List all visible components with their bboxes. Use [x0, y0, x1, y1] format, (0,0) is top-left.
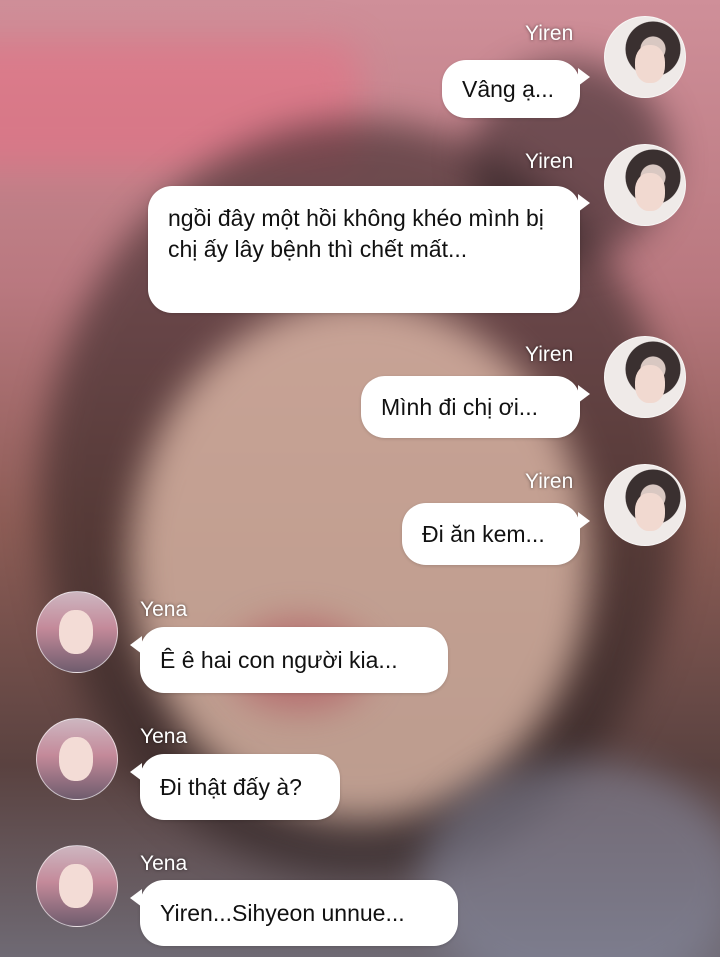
bubble-tail	[578, 385, 590, 403]
message-text: Vâng ạ...	[462, 75, 555, 102]
message-text: Yiren...Sihyeon unnue...	[160, 899, 405, 926]
bubble-tail	[578, 194, 590, 212]
bubble-tail	[578, 512, 590, 530]
message-text: Mình đi chị ơi...	[381, 393, 538, 420]
sender-name: Yiren	[525, 22, 574, 45]
message-bubble[interactable]: Yiren...Sihyeon unnue...	[140, 880, 458, 946]
message-bubble[interactable]: Ê ê hai con người kia...	[140, 627, 448, 693]
message-text: ngồi đây một hồi không khéo mình bị chị …	[168, 205, 544, 262]
message-text: Đi ăn kem...	[422, 520, 545, 547]
bubble-tail	[130, 889, 142, 907]
message-bubble[interactable]: Mình đi chị ơi...	[361, 376, 580, 438]
message-text: Đi thật đấy à?	[160, 773, 302, 800]
avatar-yiren[interactable]	[604, 144, 686, 226]
avatar-yiren[interactable]	[604, 464, 686, 546]
message-bubble[interactable]: Vâng ạ...	[442, 60, 580, 118]
avatar-yiren[interactable]	[604, 336, 686, 418]
sender-name: Yena	[140, 852, 188, 875]
avatar-yiren[interactable]	[604, 16, 686, 98]
message-bubble[interactable]: Đi ăn kem...	[402, 503, 580, 565]
sender-name: Yena	[140, 725, 188, 748]
sender-name: Yiren	[525, 470, 574, 493]
avatar-yena[interactable]	[36, 718, 118, 800]
sender-name: Yiren	[525, 343, 574, 366]
bubble-tail	[578, 68, 590, 86]
avatar-yena[interactable]	[36, 591, 118, 673]
bubble-tail	[130, 763, 142, 781]
avatar-yena[interactable]	[36, 845, 118, 927]
sender-name: Yena	[140, 598, 188, 621]
message-text: Ê ê hai con người kia...	[160, 646, 398, 673]
sender-name: Yiren	[525, 150, 574, 173]
message-bubble[interactable]: Đi thật đấy à?	[140, 754, 340, 820]
message-bubble[interactable]: ngồi đây một hồi không khéo mình bị chị …	[148, 186, 580, 313]
bubble-tail	[130, 636, 142, 654]
